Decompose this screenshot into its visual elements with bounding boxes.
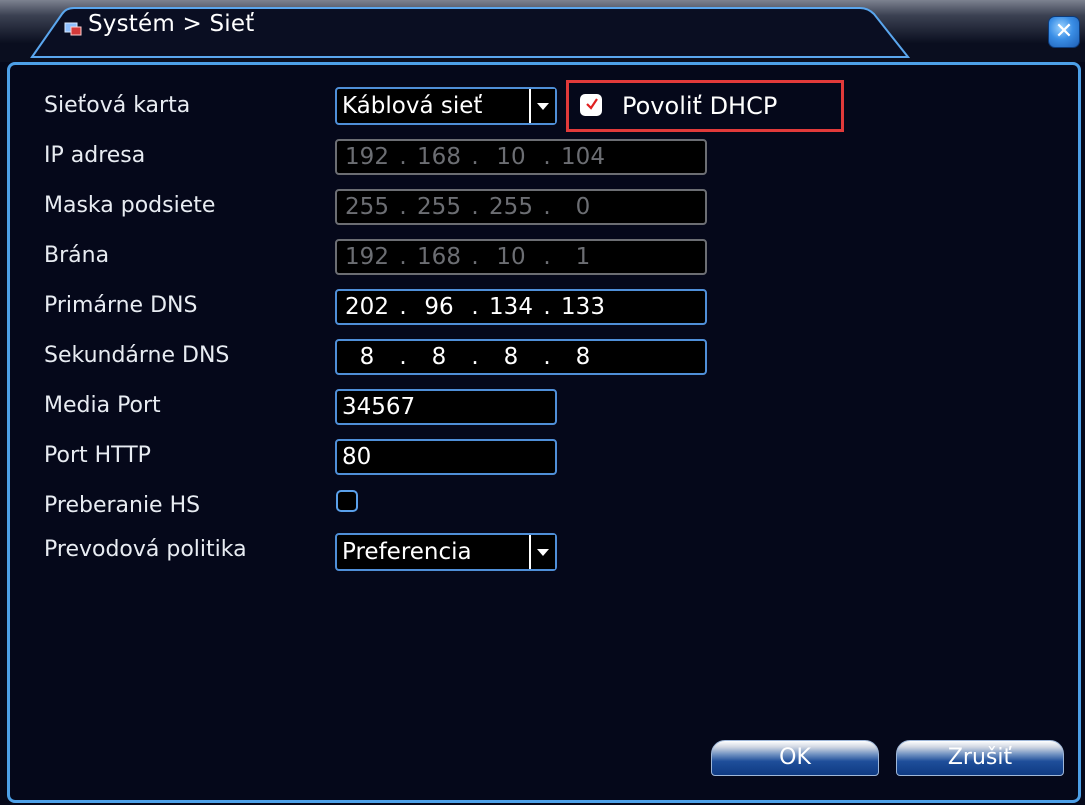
close-icon: ✕ — [1054, 19, 1074, 44]
ok-button[interactable]: OK — [711, 740, 879, 776]
media-port-input[interactable]: 34567 — [335, 389, 557, 425]
ip-address-field: 192. 168. 10. 104 — [335, 139, 707, 175]
ip-address-label: IP adresa — [44, 143, 146, 168]
gateway-octet: 10 — [496, 244, 526, 270]
dns-octet: 202 — [345, 294, 389, 320]
close-button[interactable]: ✕ — [1048, 16, 1080, 48]
dns-octet: 96 — [424, 294, 454, 320]
gateway-octet: 192 — [345, 244, 389, 270]
mask-octet: 255 — [417, 194, 461, 220]
ip-octet: 168 — [417, 144, 461, 170]
ip-octet: 10 — [496, 144, 526, 170]
primary-dns-field[interactable]: 202. 96. 134. 133 — [335, 289, 707, 325]
ip-octet: 192 — [345, 144, 389, 170]
dhcp-label: Povoliť DHCP — [622, 92, 778, 120]
secondary-dns-label: Sekundárne DNS — [44, 343, 230, 368]
dns-octet: 133 — [561, 294, 605, 320]
hs-download-label: Preberanie HS — [44, 493, 201, 518]
ip-octet: 104 — [561, 144, 605, 170]
title-bar: Systém > Sieť ✕ — [0, 0, 1085, 62]
subnet-mask-label: Maska podsiete — [44, 193, 216, 218]
chevron-down-icon — [529, 89, 555, 123]
primary-dns-label: Primárne DNS — [44, 293, 198, 318]
network-card-select[interactable]: Káblová sieť — [335, 87, 557, 125]
secondary-dns-field[interactable]: 8. 8. 8. 8 — [335, 339, 707, 375]
network-settings-icon — [64, 20, 82, 36]
dns-octet: 8 — [503, 344, 519, 370]
transfer-policy-select[interactable]: Preferencia — [335, 533, 557, 571]
chevron-down-icon — [529, 535, 555, 569]
network-card-label: Sieťová karta — [44, 93, 191, 118]
dns-octet: 8 — [575, 344, 591, 370]
dhcp-checkbox[interactable] — [580, 94, 602, 116]
gateway-octet: 168 — [417, 244, 461, 270]
network-card-value: Káblová sieť — [342, 93, 483, 119]
mask-octet: 255 — [345, 194, 389, 220]
gateway-octet: 1 — [575, 244, 591, 270]
http-port-input[interactable]: 80 — [335, 439, 557, 475]
window-title: Systém > Sieť — [88, 11, 255, 37]
mask-octet: 255 — [489, 194, 533, 220]
transfer-policy-value: Preferencia — [342, 539, 472, 565]
checkmark-icon — [586, 98, 598, 110]
gateway-label: Brána — [44, 243, 110, 268]
gateway-field: 192. 168. 10. 1 — [335, 239, 707, 275]
cancel-button[interactable]: Zrušiť — [896, 740, 1064, 776]
subnet-mask-field: 255. 255. 255. 0 — [335, 189, 707, 225]
media-port-label: Media Port — [44, 393, 161, 418]
dns-octet: 134 — [489, 294, 533, 320]
mask-octet: 0 — [575, 194, 591, 220]
hs-download-checkbox[interactable] — [336, 490, 358, 512]
dns-octet: 8 — [359, 344, 375, 370]
network-settings-window: Systém > Sieť ✕ Sieťová karta IP adresa … — [0, 0, 1085, 805]
http-port-label: Port HTTP — [44, 443, 151, 468]
transfer-policy-label: Prevodová politika — [44, 537, 247, 562]
dns-octet: 8 — [431, 344, 447, 370]
